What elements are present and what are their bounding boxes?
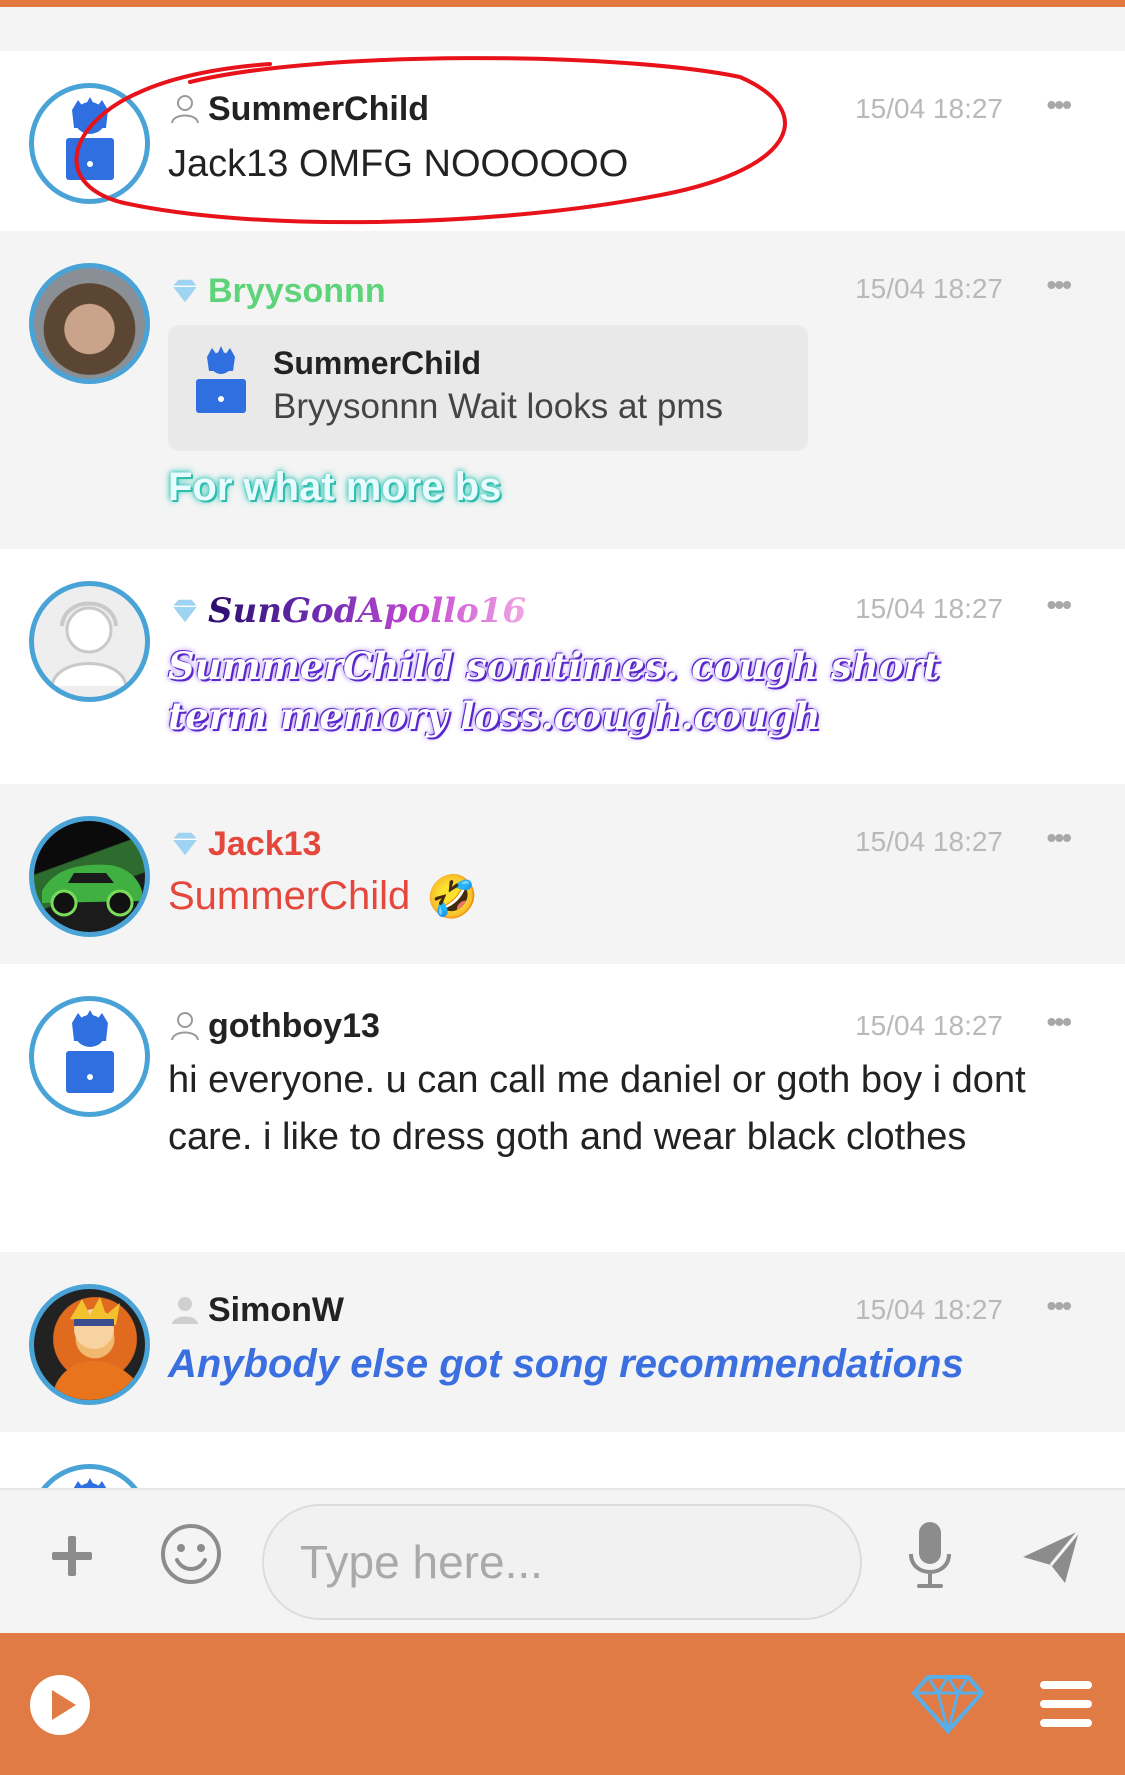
message-row[interactable]: Jack13 15/04 18:27 ••• SummerChild 🤣 (0, 784, 1125, 964)
default-avatar-icon[interactable] (29, 996, 150, 1117)
username[interactable]: SummerChild (208, 90, 429, 129)
person-outline-icon (170, 1011, 200, 1041)
composer-bar (0, 1488, 1125, 1633)
person-solid-icon (170, 1295, 200, 1325)
silhouette-avatar[interactable] (29, 581, 150, 702)
username[interactable]: SunGodApollo16 (208, 591, 526, 631)
message-text: Jack13 OMFG NOOOOOO (168, 143, 629, 185)
send-icon[interactable] (1018, 1524, 1084, 1590)
more-options-icon[interactable]: ••• (1047, 589, 1072, 621)
timestamp: 15/04 18:27 (855, 826, 1003, 857)
quoted-username: SummerChild (273, 345, 482, 381)
car-avatar[interactable] (29, 816, 150, 937)
message-row[interactable]: SunGodApollo16 15/04 18:27 ••• SummerChi… (0, 549, 1125, 784)
diamond-icon (170, 596, 200, 626)
message-input[interactable] (262, 1504, 862, 1620)
message-row[interactable]: SimonW 15/04 18:27 ••• Anybody else got … (0, 1252, 1125, 1432)
diamond-icon (170, 829, 200, 859)
plus-icon[interactable] (44, 1528, 100, 1584)
quoted-message[interactable]: SummerChild Bryysonnn Wait looks at pms (168, 325, 808, 451)
bottom-nav (0, 1633, 1125, 1775)
photo-avatar[interactable] (29, 263, 150, 384)
timestamp: 15/04 18:27 (855, 1294, 1003, 1325)
default-avatar-icon[interactable] (29, 83, 150, 204)
timestamp: 15/04 18:27 (855, 273, 1003, 304)
message-row-partial[interactable] (0, 1432, 1125, 1488)
message-row[interactable]: gothboy13 15/04 18:27 ••• hi everyone. u… (0, 964, 1125, 1252)
message-content: SummerChild 🤣 (168, 868, 1048, 925)
quoted-text: Bryysonnn Wait looks at pms (273, 387, 723, 426)
timestamp: 15/04 18:27 (855, 93, 1003, 124)
mention-text[interactable]: SummerChild (168, 868, 410, 925)
username[interactable]: Bryysonnn (208, 272, 386, 311)
more-options-icon[interactable]: ••• (1047, 269, 1072, 301)
emoji-icon[interactable] (157, 1520, 225, 1588)
more-options-icon[interactable]: ••• (1047, 822, 1072, 854)
default-avatar-icon (193, 345, 249, 420)
person-outline-icon (170, 94, 200, 124)
more-options-icon[interactable]: ••• (1047, 1290, 1072, 1322)
default-avatar-icon[interactable] (29, 1464, 150, 1488)
top-spacer (0, 7, 1125, 51)
message-text: Anybody else got song recommendations (168, 1342, 964, 1386)
diamond-icon (170, 276, 200, 306)
more-options-icon[interactable]: ••• (1047, 1006, 1072, 1038)
anime-avatar[interactable] (29, 1284, 150, 1405)
timestamp: 15/04 18:27 (855, 1010, 1003, 1041)
username[interactable]: gothboy13 (208, 1007, 380, 1046)
message-row[interactable]: Bryysonnn 15/04 18:27 ••• SummerChild Br… (0, 231, 1125, 549)
play-icon[interactable] (26, 1671, 94, 1739)
more-options-icon[interactable]: ••• (1047, 89, 1072, 121)
diamond-icon[interactable] (908, 1671, 988, 1737)
message-text: For what more bs (168, 465, 502, 509)
timestamp: 15/04 18:27 (855, 593, 1003, 624)
rofl-emoji: 🤣 (426, 873, 479, 920)
menu-icon[interactable] (1036, 1677, 1096, 1731)
message-row[interactable]: SummerChild 15/04 18:27 ••• Jack13 OMFG … (0, 51, 1125, 231)
chat-screen: SummerChild 15/04 18:27 ••• Jack13 OMFG … (0, 0, 1125, 1775)
username[interactable]: SimonW (208, 1291, 344, 1330)
top-accent-strip (0, 0, 1125, 7)
microphone-icon[interactable] (900, 1516, 960, 1596)
message-text: hi everyone. u can call me daniel or got… (168, 1059, 1026, 1158)
message-text: SummerChild somtimes. cough short term m… (168, 644, 941, 738)
username[interactable]: Jack13 (208, 825, 321, 864)
